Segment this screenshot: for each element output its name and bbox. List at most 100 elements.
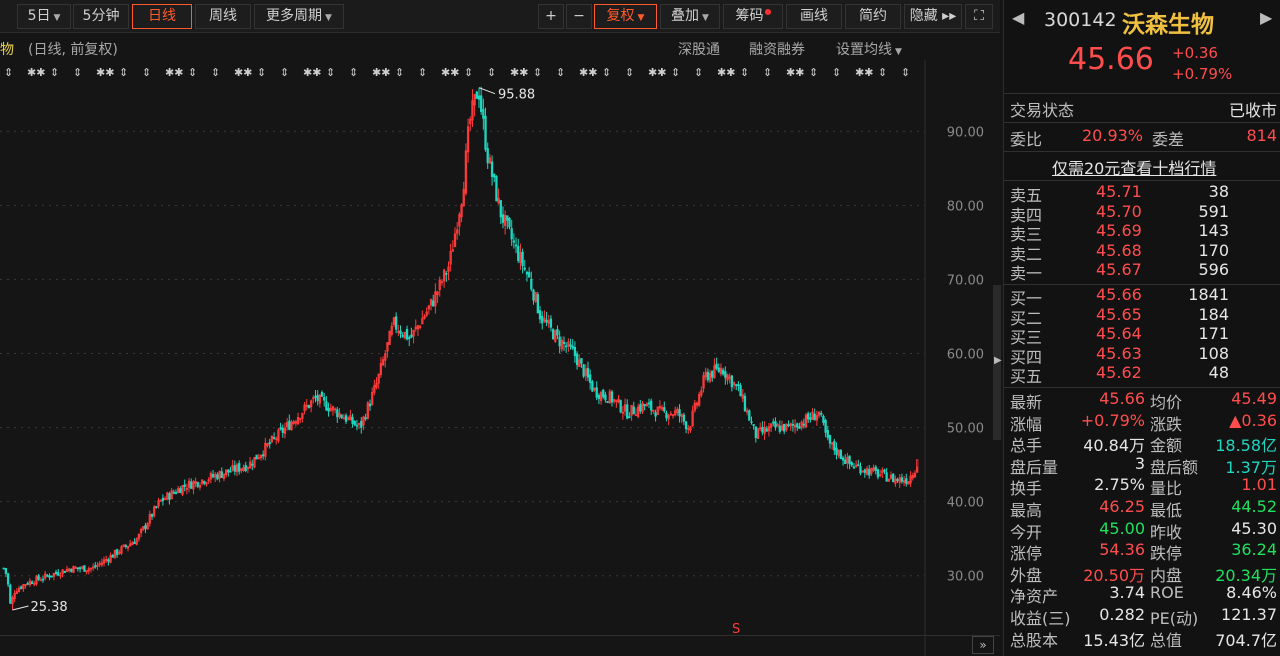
stat-label: 涨幅 <box>1010 414 1043 434</box>
stat-value: 45.00 <box>1099 518 1145 538</box>
stat-label: 内盘 <box>1150 565 1183 585</box>
period-weekly-button[interactable]: 周线 <box>195 4 251 29</box>
candle-body <box>172 491 175 494</box>
stat-value: 121.37 <box>1221 605 1277 624</box>
candle-body <box>809 417 812 420</box>
candle-body <box>536 294 539 314</box>
shenzhen-connect-link[interactable]: 深股通 <box>678 39 720 59</box>
candle-body <box>174 492 178 494</box>
ask-price[interactable]: 45.71 <box>1096 182 1142 201</box>
draw-line-button[interactable]: 画线 <box>786 4 842 29</box>
candle-body <box>682 414 686 422</box>
high-label: 95.88 <box>498 88 535 103</box>
stat-label: ROE <box>1150 583 1184 603</box>
simple-mode-button[interactable]: 简约 <box>845 4 901 29</box>
candle-body <box>9 584 12 604</box>
low-label: 25.38 <box>30 600 67 615</box>
candle-body <box>848 455 851 465</box>
hide-panel-button[interactable]: 隐藏 ▸▸ <box>904 4 962 29</box>
candle-body <box>663 407 666 412</box>
scroll-end-icon[interactable]: » <box>972 636 994 654</box>
candle-body <box>791 423 795 426</box>
ask-price[interactable]: 45.68 <box>1096 241 1142 260</box>
candle-body <box>179 488 182 494</box>
candle-body <box>595 387 598 398</box>
info-marker-icon: ✱✱ <box>165 66 183 79</box>
event-marker-icon: ⇕ <box>602 66 611 79</box>
stat-label: 均价 <box>1150 393 1183 412</box>
bid-row: 买五 45.62 48 <box>1004 363 1280 387</box>
ask-price[interactable]: 45.70 <box>1096 202 1142 221</box>
event-marker-icon: ⇕ <box>326 66 335 79</box>
ask-price[interactable]: 45.67 <box>1096 260 1142 279</box>
period-daily-button[interactable]: 日线 <box>132 4 192 29</box>
stat-label: 净资产 <box>1010 587 1059 607</box>
bid-volume: 184 <box>1198 304 1229 324</box>
info-marker-icon: ✱✱ <box>717 66 735 79</box>
chevron-down-icon: ▼ <box>325 13 332 23</box>
candle-body <box>857 464 860 467</box>
candle-body <box>639 404 642 412</box>
margin-trading-link[interactable]: 融资融券 <box>749 39 805 59</box>
candle-body <box>78 567 82 570</box>
next-stock-icon[interactable]: ▶ <box>1260 8 1272 27</box>
period-more-button[interactable]: 更多周期 ▼ <box>254 4 344 29</box>
candle-body <box>512 240 516 243</box>
candle-body <box>401 334 404 337</box>
candle-body <box>336 409 339 418</box>
bid-volume: 48 <box>1208 363 1229 383</box>
overlay-button[interactable]: 叠加 ▼ <box>660 4 720 29</box>
candle-body <box>272 437 276 439</box>
candlestick-chart[interactable]: 90.00 80.00 70.00 60.00 50.00 40.00 30.00 ⇕ ✱✱ ⇕ ⇕… <box>0 60 1000 656</box>
stat-label: PE(动) <box>1150 609 1199 628</box>
bid-price[interactable]: 45.64 <box>1096 324 1142 343</box>
candle-body <box>591 381 594 392</box>
candle-body <box>711 370 714 378</box>
period-5day-button[interactable]: 5日 ▼ <box>17 4 71 29</box>
candle-body <box>774 421 777 428</box>
prev-stock-icon[interactable]: ◀ <box>1012 8 1024 27</box>
ask-volume: 596 <box>1198 260 1229 280</box>
bid-price[interactable]: 45.63 <box>1096 344 1142 363</box>
event-marker-icon: ⇕ <box>257 66 266 79</box>
period-5min-button[interactable]: 5分钟 <box>73 4 129 29</box>
ask-price[interactable]: 45.69 <box>1096 221 1142 240</box>
event-marker-icon: ⇕ <box>832 66 841 79</box>
info-marker-icon: ✱✱ <box>786 66 804 79</box>
collapse-arrow-icon[interactable]: ▶ <box>994 355 1002 366</box>
candle-body <box>83 565 86 572</box>
level10-promo-link[interactable]: 仅需20元查看十档行情 <box>1052 155 1216 179</box>
stat-value: 15.43亿 <box>1083 630 1145 650</box>
candle-body <box>839 449 843 460</box>
stat-label: 最新 <box>1010 393 1043 412</box>
candle-body <box>327 407 330 412</box>
bid-price[interactable]: 45.66 <box>1096 285 1142 304</box>
chips-button[interactable]: 筹码 <box>723 4 783 29</box>
bid-price[interactable]: 45.62 <box>1096 363 1142 382</box>
candle-body <box>883 469 886 472</box>
candle-body <box>892 473 895 483</box>
stat-value: +0.79% <box>1080 410 1145 430</box>
candle-body <box>796 423 799 428</box>
zoom-out-button[interactable]: − <box>566 4 592 29</box>
candle-body <box>582 364 585 377</box>
adjust-rights-button[interactable]: 复权 ▼ <box>594 4 657 29</box>
candle-body <box>826 430 829 438</box>
zoom-in-button[interactable]: + <box>538 4 564 29</box>
bid-label: 买五 <box>1010 367 1043 387</box>
candle-body <box>262 454 265 457</box>
candle-body <box>233 465 236 472</box>
candle-body <box>501 214 505 223</box>
event-marker-icon: ⇕ <box>625 66 634 79</box>
stats-row: 今开 45.00 昨收 45.30 <box>1004 518 1280 542</box>
candle-body <box>281 427 284 433</box>
stat-value: 0.282 <box>1099 605 1145 624</box>
candle-body <box>532 289 535 301</box>
bid-price[interactable]: 45.65 <box>1096 305 1142 324</box>
fullscreen-icon[interactable]: ⛶ <box>965 4 993 29</box>
candle-body <box>211 474 215 478</box>
y-tick-label: 60.00 <box>947 348 984 363</box>
candle-body <box>813 413 816 421</box>
ma-settings-link[interactable]: 设置均线 ▼ <box>836 39 902 59</box>
info-marker-icon: ✱✱ <box>96 66 114 79</box>
